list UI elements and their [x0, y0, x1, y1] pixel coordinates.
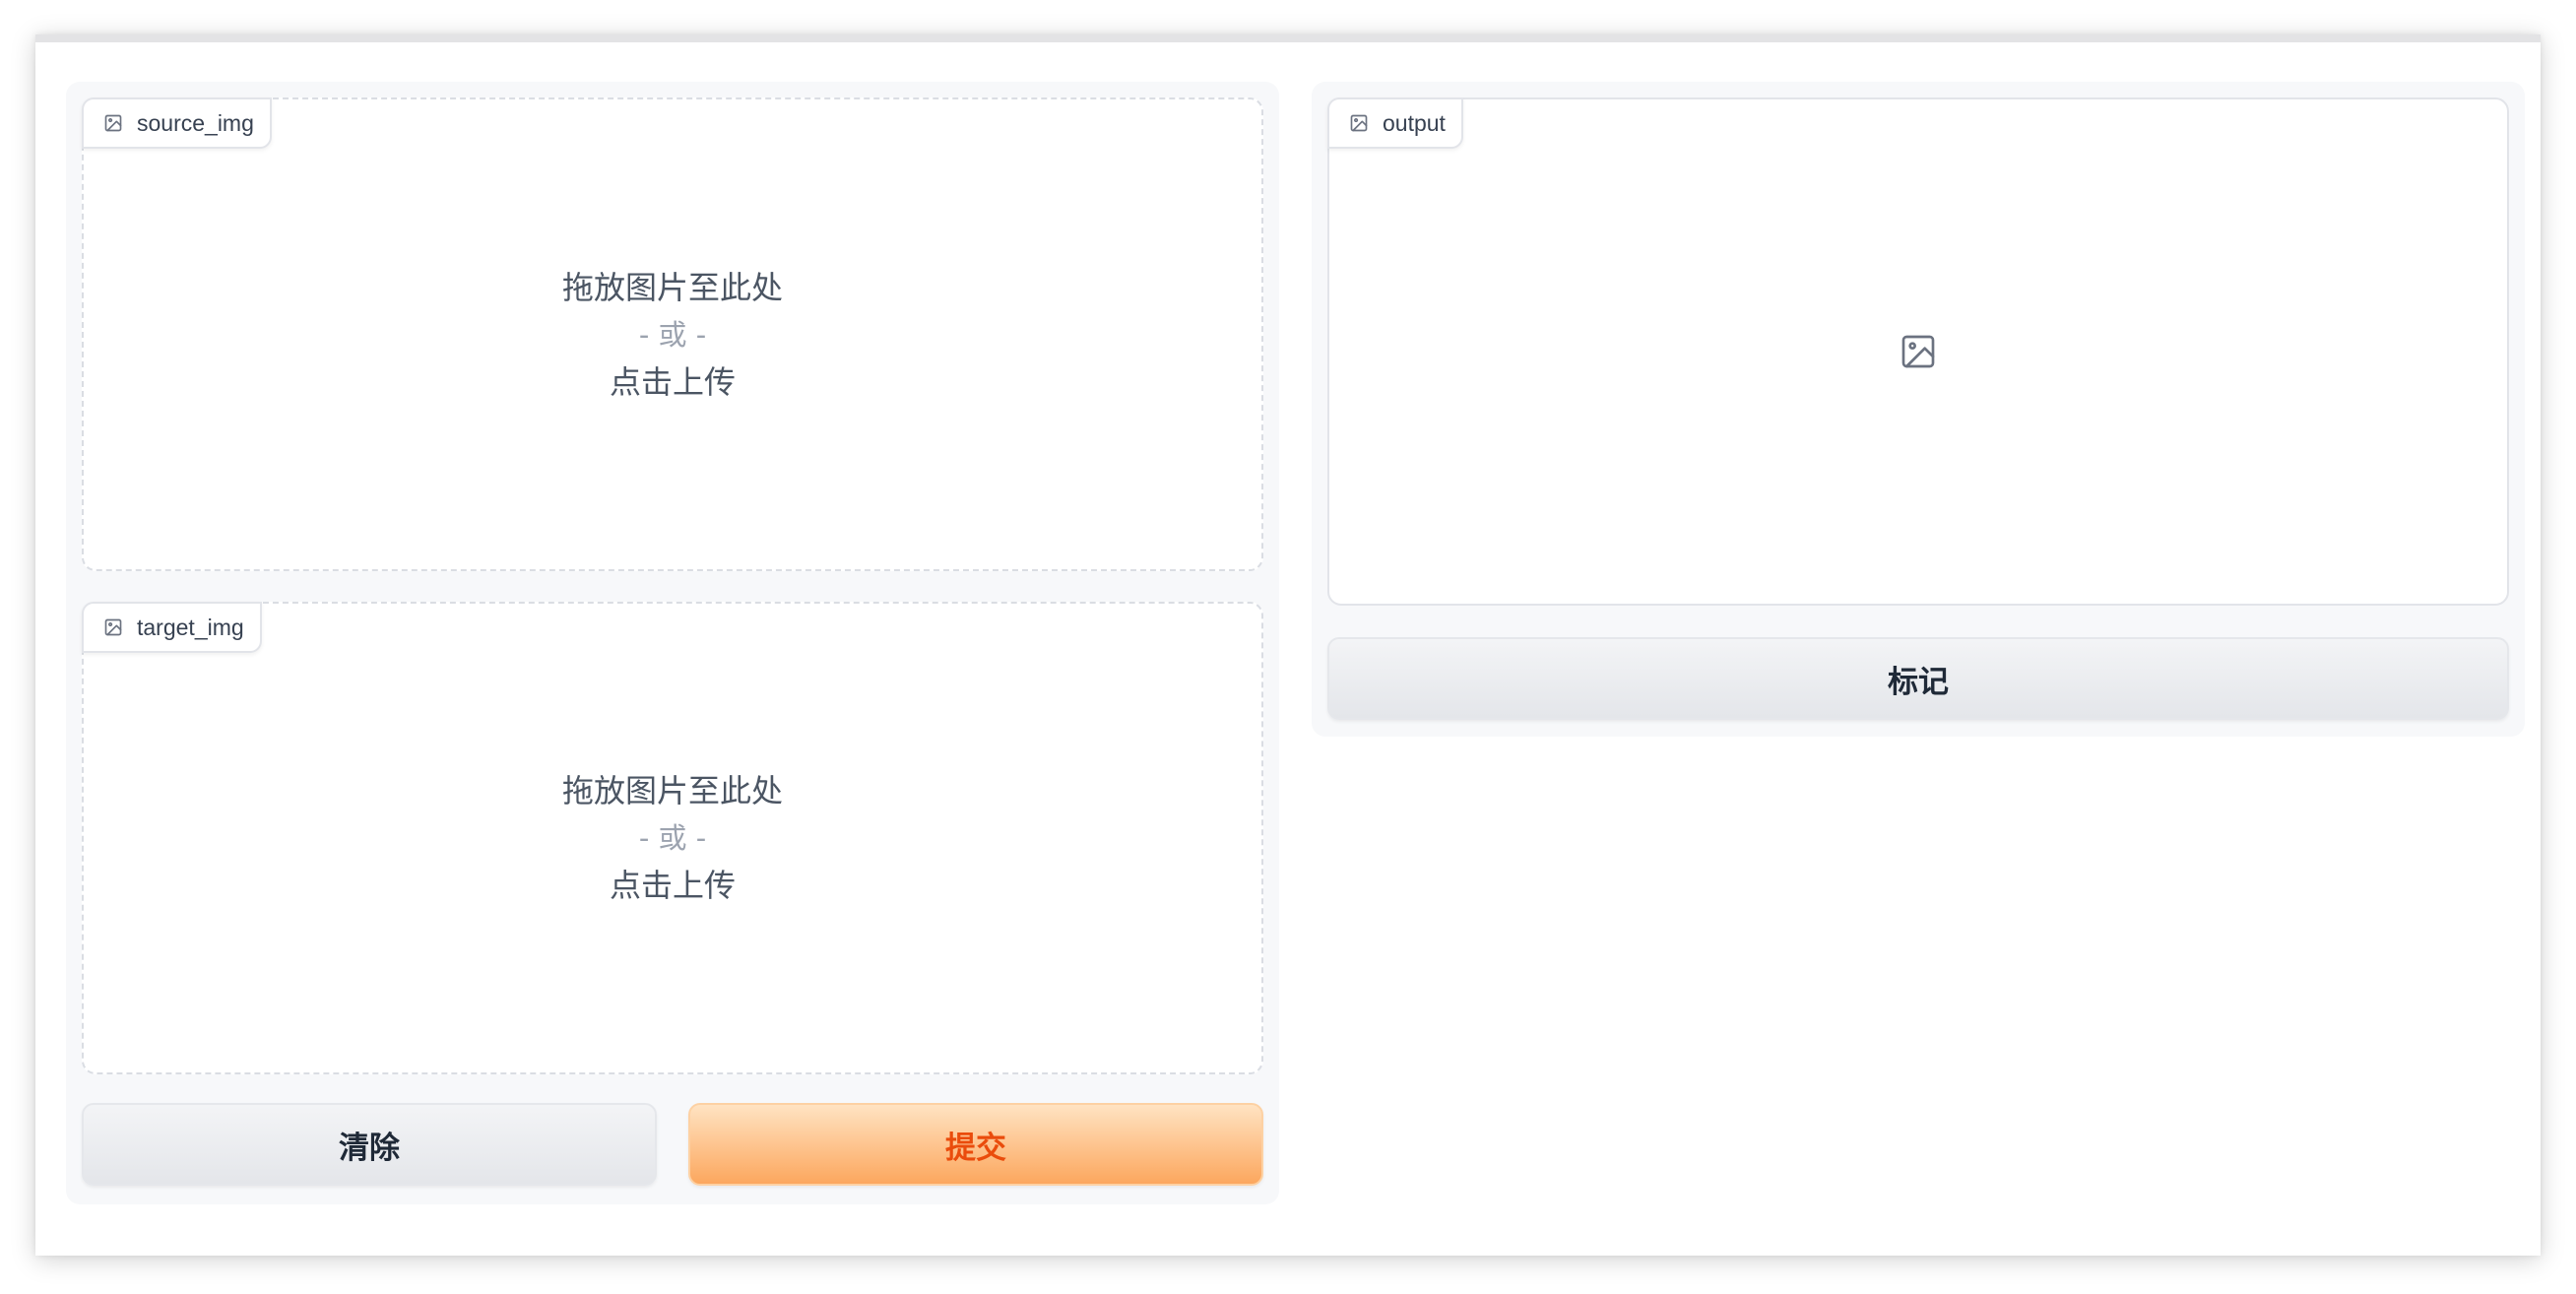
or-text: - 或 -	[638, 821, 707, 855]
image-icon	[1349, 113, 1369, 133]
image-icon	[103, 113, 123, 133]
source-image-label-text: source_img	[137, 109, 254, 136]
output-label: output	[1327, 97, 1463, 149]
source-upload-prompt[interactable]: 拖放图片至此处 - 或 - 点击上传	[84, 264, 1261, 406]
source-image-label: source_img	[82, 97, 272, 149]
click-upload-text: 点击上传	[609, 867, 736, 904]
target-upload-prompt[interactable]: 拖放图片至此处 - 或 - 点击上传	[84, 767, 1261, 909]
submit-button[interactable]: 提交	[688, 1103, 1263, 1186]
output-image-area: output	[1327, 97, 2509, 606]
output-label-text: output	[1383, 109, 1446, 136]
app-window: source_img 拖放图片至此处 - 或 - 点击上传 target_img	[35, 34, 2541, 1256]
clear-button[interactable]: 清除	[82, 1103, 657, 1186]
image-placeholder-icon	[1899, 332, 1938, 371]
mark-button[interactable]: 标记	[1327, 637, 2509, 720]
source-image-dropzone[interactable]: source_img 拖放图片至此处 - 或 - 点击上传	[82, 97, 1263, 571]
drop-here-text: 拖放图片至此处	[561, 268, 783, 306]
click-upload-text: 点击上传	[609, 362, 736, 401]
target-image-label-text: target_img	[137, 614, 244, 640]
image-icon	[103, 617, 123, 637]
input-panel: source_img 拖放图片至此处 - 或 - 点击上传 target_img	[66, 82, 1279, 1204]
drop-here-text: 拖放图片至此处	[561, 772, 783, 809]
target-image-dropzone[interactable]: target_img 拖放图片至此处 - 或 - 点击上传	[82, 602, 1263, 1074]
target-image-label: target_img	[82, 602, 262, 653]
output-panel: output 标记	[1312, 82, 2525, 737]
or-text: - 或 -	[638, 317, 707, 352]
